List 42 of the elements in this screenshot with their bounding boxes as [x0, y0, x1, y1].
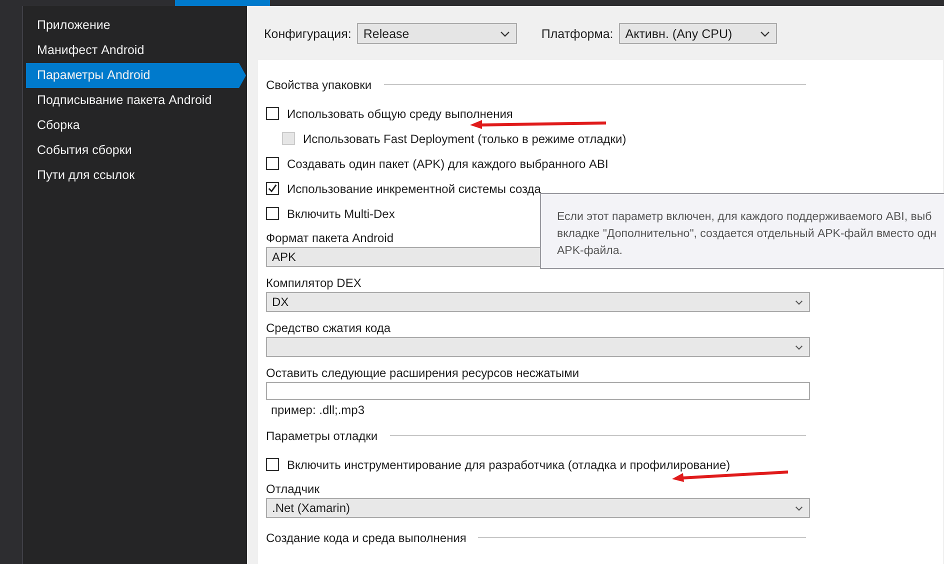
- section-title: Параметры отладки: [266, 428, 378, 442]
- checkbox-label: Использование инкрементной системы созда: [287, 182, 541, 196]
- chevron-icon: [795, 506, 803, 510]
- dropdown[interactable]: DX: [266, 292, 810, 312]
- hint-text: пример: .dll;.mp3: [270, 402, 364, 419]
- field-label: Формат пакета Android: [266, 230, 394, 247]
- dropdown[interactable]: .Net (Xamarin): [266, 498, 810, 518]
- sidebar-item[interactable]: События сборки: [26, 138, 246, 163]
- sidebar-item[interactable]: Пути для ссылок: [26, 163, 246, 188]
- checkbox[interactable]: [266, 107, 279, 120]
- platform-label: Платформа:: [541, 26, 614, 40]
- sidebar-item[interactable]: Манифест Android: [26, 38, 246, 63]
- field-label: Средство сжатия кода: [266, 320, 391, 337]
- chevron-icon: [760, 30, 770, 36]
- configuration-dropdown[interactable]: Release: [357, 23, 518, 44]
- checkbox-label: Включить инструментирование для разработчика (отладка и профилирование): [287, 458, 730, 472]
- configuration-label: Конфигурация:: [264, 26, 352, 40]
- chevron-icon: [500, 30, 510, 36]
- tooltip-line: Если этот параметр включен, для каждого поддерживаемого ABI, выб: [557, 210, 932, 225]
- tooltip-line: APK-файла.: [557, 244, 622, 259]
- sidebar-item[interactable]: Параметры Android: [26, 63, 246, 88]
- checkbox[interactable]: [266, 157, 279, 170]
- section-title: Свойства упаковки: [266, 78, 372, 92]
- field-label: Отладчик: [266, 481, 320, 498]
- checkbox-label: Включить Multi-Dex: [287, 206, 395, 220]
- checkbox-label: Создавать один пакет (APK) для каждого выбранного ABI: [287, 156, 608, 170]
- checkbox[interactable]: [266, 182, 279, 195]
- checkbox[interactable]: [266, 458, 279, 471]
- checkbox-label: Использовать общую среду выполнения: [287, 106, 513, 120]
- input-field[interactable]: [266, 382, 810, 400]
- section-title: Создание кода и среда выполнения: [266, 530, 466, 544]
- field-label: Оставить следующие расширения ресурсов несжатыми: [266, 365, 580, 382]
- tooltip-line: вкладке "Дополнительно", создается отдельный APK-файл вместо одн: [557, 227, 936, 242]
- platform-dropdown[interactable]: Активн. (Any CPU): [619, 23, 778, 44]
- chevron-icon: [795, 344, 803, 350]
- checkbox-label: Использовать Fast Deployment (только в режиме отладки): [303, 132, 626, 146]
- sidebar-item[interactable]: Приложение: [26, 13, 246, 38]
- checkbox[interactable]: [266, 207, 279, 220]
- field-label: Компилятор DEX: [266, 275, 362, 292]
- chevron-icon: [795, 300, 803, 304]
- sidebar-item[interactable]: Сборка: [26, 113, 246, 138]
- sidebar-item[interactable]: Подписывание пакета Android: [26, 88, 246, 113]
